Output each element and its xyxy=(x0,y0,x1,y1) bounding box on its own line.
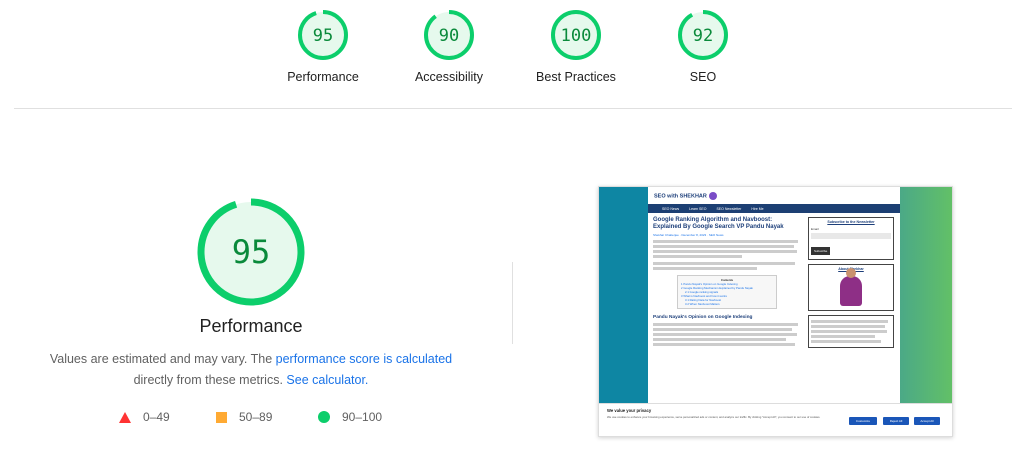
thumb-cookie-text: We use cookies to enhance your browsing … xyxy=(607,415,821,419)
thumb-article-title: Google Ranking Algorithm and Navboost: E… xyxy=(653,217,784,230)
legend-pass: 90–100 xyxy=(318,410,382,424)
thumb-email-label: Email xyxy=(811,227,819,231)
category-summary: 95 Performance 90 Accessibility 100 Best… xyxy=(0,0,1024,96)
thumb-nav-item: Hire Me xyxy=(751,206,764,211)
performance-large-score: 95 xyxy=(232,233,271,271)
thumb-subscribe-button: Subscribe xyxy=(811,247,831,255)
thumb-text-lines xyxy=(653,240,801,270)
accessibility-gauge-ring: 90 xyxy=(424,10,474,60)
thumb-nav-item: SEO News xyxy=(662,206,680,211)
thumb-nav-item: Learn SEO xyxy=(689,206,707,211)
thumb-cookie-banner: We value your privacy We use cookies to … xyxy=(599,403,952,436)
section-divider xyxy=(14,108,1012,109)
thumb-logo: SEO with SHEKHAR xyxy=(654,192,717,200)
performance-description: Values are estimated and may vary. The p… xyxy=(40,349,462,391)
thumb-right-background xyxy=(898,187,952,405)
thumb-left-background xyxy=(599,187,648,405)
desc-middle: directly from these metrics. xyxy=(133,373,287,387)
score-calculated-link[interactable]: performance score is calculated xyxy=(276,352,452,366)
thumb-newsletter-title: Subscribe to the Newsletter xyxy=(827,220,875,224)
best-practices-label: Best Practices xyxy=(536,70,616,84)
thumb-toc-item: 3.2 When Navboost Matters xyxy=(685,302,720,306)
thumb-nav: SEO News Learn SEO SEO Newsletter Hire M… xyxy=(648,204,900,213)
thumb-bio-lines xyxy=(811,320,891,343)
thumb-page: SEO with SHEKHAR SEO News Learn SEO SEO … xyxy=(648,187,900,405)
gauge-performance[interactable]: 95 Performance xyxy=(268,9,378,84)
best-practices-gauge-ring: 100 xyxy=(551,10,601,60)
gauge-seo[interactable]: 92 SEO xyxy=(648,9,758,84)
legend-average-range: 50–89 xyxy=(239,410,273,424)
thumb-text-lines-2 xyxy=(653,323,801,346)
see-calculator-link[interactable]: See calculator. xyxy=(286,373,368,387)
thumb-newsletter-box: Subscribe to the Newsletter Email Subscr… xyxy=(808,217,894,260)
thumb-sidebar: Subscribe to the Newsletter Email Subscr… xyxy=(808,217,894,352)
desc-prefix: Values are estimated and may vary. The xyxy=(49,352,276,366)
thumb-about-box: About Shekhar xyxy=(808,264,894,311)
thumb-email-input xyxy=(811,233,891,239)
performance-gauge-large: 95 xyxy=(195,196,307,313)
performance-label: Performance xyxy=(287,70,359,84)
pass-circle-icon xyxy=(318,411,330,423)
thumb-bio-box xyxy=(808,315,894,348)
thumb-customize-button: Customize xyxy=(849,417,877,425)
thumb-reject-button: Reject All xyxy=(883,417,909,425)
performance-gauge-ring: 95 xyxy=(298,10,348,60)
thumb-cookie-title: We value your privacy xyxy=(607,408,652,413)
accessibility-label: Accessibility xyxy=(414,70,484,84)
legend-fail-range: 0–49 xyxy=(143,410,170,424)
final-screenshot-thumbnail[interactable]: SEO with SHEKHAR SEO News Learn SEO SEO … xyxy=(598,186,953,437)
legend-average: 50–89 xyxy=(216,410,272,424)
accessibility-score: 90 xyxy=(439,26,459,46)
thumb-accept-button: Accept All xyxy=(914,417,940,425)
thumb-author-avatar xyxy=(840,268,862,306)
legend-fail: 0–49 xyxy=(119,410,170,424)
performance-large-ring: 95 xyxy=(197,198,305,306)
best-practices-score: 100 xyxy=(561,26,592,46)
thumb-article-meta: Shekhar Chatterjee · December 8, 2023 · … xyxy=(653,233,724,237)
average-square-icon xyxy=(216,411,227,423)
seo-gauge-ring: 92 xyxy=(678,10,728,60)
thumb-article: Google Ranking Algorithm and Navboost: E… xyxy=(653,217,801,348)
vertical-separator xyxy=(512,262,513,344)
logo-badge-icon xyxy=(708,192,717,200)
thumb-section-heading: Pandu Nayak's Opinion on Google Indexing xyxy=(653,315,753,320)
thumb-toc: Contents 1 Pandu Nayak's Opinion on Goog… xyxy=(677,275,777,309)
gauge-best-practices[interactable]: 100 Best Practices xyxy=(521,9,631,84)
thumb-nav-item: SEO Newsletter xyxy=(716,206,742,211)
fail-triangle-icon xyxy=(119,411,131,423)
legend-pass-range: 90–100 xyxy=(342,410,383,424)
performance-title: Performance xyxy=(199,316,303,336)
seo-score: 92 xyxy=(693,26,713,46)
seo-label: SEO xyxy=(689,70,717,84)
gauge-accessibility[interactable]: 90 Accessibility xyxy=(394,9,504,84)
performance-score: 95 xyxy=(313,26,333,46)
